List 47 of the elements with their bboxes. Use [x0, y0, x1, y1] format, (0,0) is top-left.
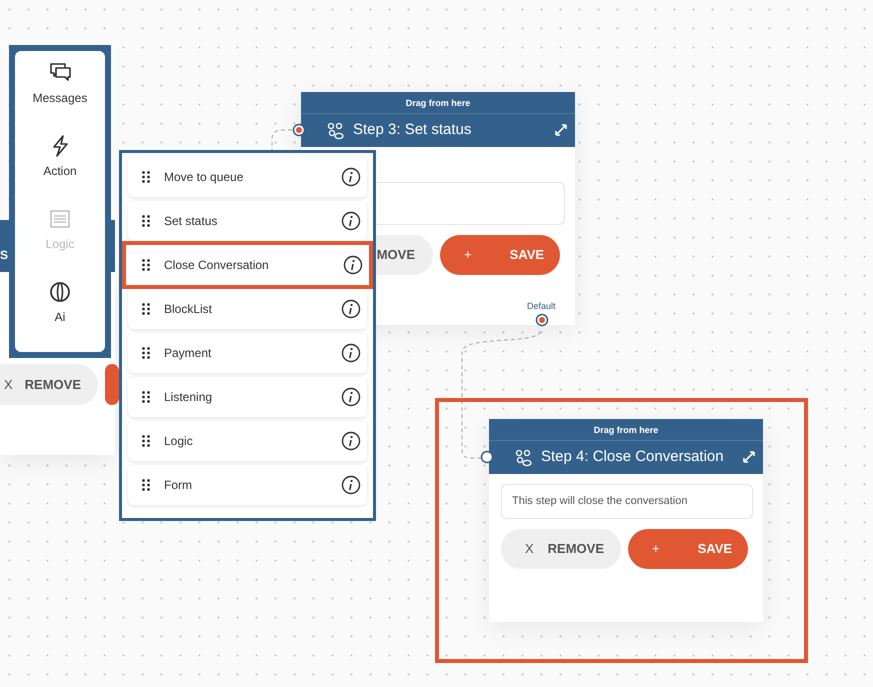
expand-icon	[555, 124, 567, 136]
info-icon	[341, 387, 361, 407]
drag-handle-icon	[142, 171, 150, 183]
menu-item[interactable]: Listening	[128, 377, 367, 417]
info-icon	[341, 343, 361, 363]
drag-handle-icon	[142, 435, 150, 447]
node-title: Step 3: Set status	[353, 120, 472, 140]
sidebar-item[interactable]: Messages	[32, 57, 88, 130]
flow-icon	[515, 448, 533, 466]
drag-handle-icon	[142, 347, 150, 359]
node-title: Step 4: Close Conversation	[541, 447, 724, 468]
drag-handle-icon	[142, 479, 150, 491]
menu-item[interactable]: Payment	[128, 333, 367, 373]
menu-item[interactable]: Form	[128, 465, 367, 505]
text-field[interactable]: This step will close the conversation	[501, 484, 753, 519]
sidebar-item[interactable]: Action	[43, 130, 77, 203]
info-icon	[341, 299, 361, 319]
brain-icon	[48, 280, 72, 304]
flow-icon	[327, 122, 345, 140]
drag-handle-icon	[142, 215, 150, 227]
node-header[interactable]: Drag from here Step 3: Set status	[301, 92, 575, 147]
sidebar-item[interactable]: Ai	[48, 276, 72, 349]
menu-item[interactable]: Set status	[128, 201, 367, 241]
info-icon	[341, 431, 361, 451]
menu-item[interactable]: Close Conversation	[122, 241, 373, 289]
drag-handle-icon	[142, 259, 150, 271]
node-header[interactable]: Drag from here Step 4: Close Conversation	[489, 419, 763, 474]
port-label: Default	[527, 300, 556, 313]
info-icon	[341, 211, 361, 231]
remove-button[interactable]: X REMOVE	[501, 529, 621, 569]
save-button[interactable]	[105, 364, 119, 405]
menu-item[interactable]: BlockList	[128, 289, 367, 329]
menu-item[interactable]: Logic	[128, 421, 367, 461]
save-button[interactable]: + SAVE	[628, 529, 748, 569]
drag-handle-label: Drag from here	[489, 419, 763, 441]
drag-handle-icon	[142, 391, 150, 403]
menu-item[interactable]: Move to queue	[128, 157, 367, 197]
info-icon	[341, 475, 361, 495]
info-icon	[341, 167, 361, 187]
connector-line	[272, 130, 292, 152]
remove-button[interactable]: X REMOVE	[0, 364, 98, 405]
expand-icon	[743, 451, 755, 463]
drag-handle-label: Drag from here	[301, 92, 575, 114]
node-title: S	[0, 249, 8, 261]
drag-handle-icon	[142, 303, 150, 315]
info-icon	[343, 255, 363, 275]
save-button[interactable]: + SAVE	[440, 235, 560, 275]
